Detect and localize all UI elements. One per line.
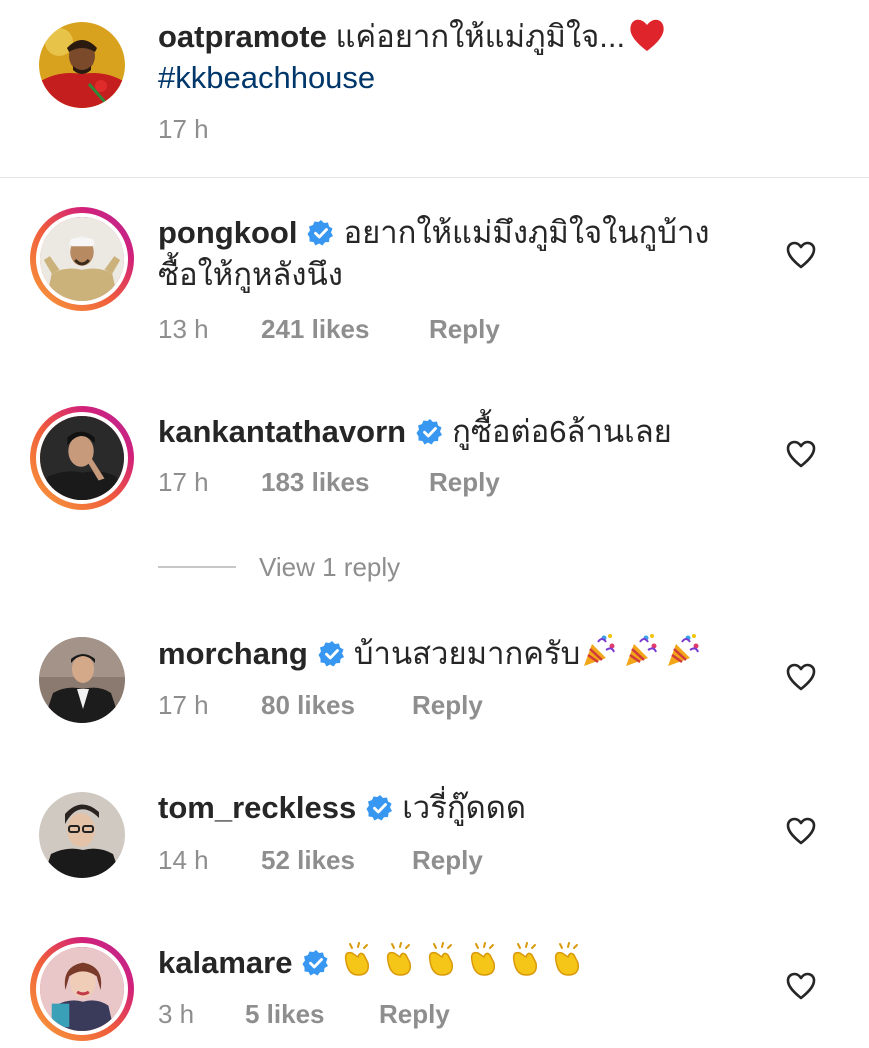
- clapping-hands-emoji: [387, 942, 412, 976]
- clapping-hands-emoji: [471, 942, 496, 976]
- comment-text-continued: ซื้อให้กูหลังนึง: [158, 257, 343, 292]
- comment-time: 17 h: [158, 467, 209, 497]
- comment-time: 17 h: [158, 690, 209, 720]
- view-replies-label[interactable]: View 1 reply: [259, 551, 400, 583]
- clapping-hands-emoji: [429, 942, 454, 976]
- reply-button[interactable]: Reply: [412, 844, 483, 876]
- comment-text-line: morchang บ้านสวยมากครับ: [158, 632, 706, 676]
- comment-time: 14 h: [158, 845, 209, 875]
- avatar-story-ring[interactable]: [30, 406, 134, 510]
- like-heart-icon[interactable]: [785, 240, 817, 270]
- likes-count-button[interactable]: 80 likes: [261, 689, 355, 721]
- likes-count-button[interactable]: 183 likes: [261, 466, 369, 498]
- verified-badge-icon: [318, 641, 344, 667]
- clapping-hands-emoji: [345, 942, 370, 976]
- comment-username[interactable]: tom_reckless: [158, 790, 356, 825]
- caption-text-line: oatpramote แค่อยากให้แม่ภูมิใจ...: [158, 15, 671, 59]
- comment-text-line: pongkool อยากให้แม่มึงภูมิใจในกูบ้าง: [158, 211, 710, 255]
- verified-badge-icon: [366, 795, 393, 821]
- party-popper-emoji: [668, 634, 700, 666]
- post-caption: oatpramote แค่อยากให้แม่ภูมิใจ... #kkbea…: [0, 0, 869, 177]
- comment-time: 13 h: [158, 314, 209, 344]
- verified-badge-icon: [302, 950, 329, 976]
- verified-badge-icon: [416, 419, 443, 445]
- red-heart-emoji: [630, 19, 664, 51]
- like-heart-icon[interactable]: [785, 816, 817, 846]
- avatar[interactable]: [39, 22, 125, 108]
- reply-button[interactable]: Reply: [429, 466, 500, 498]
- like-heart-icon[interactable]: [785, 439, 817, 469]
- comment-username[interactable]: morchang: [158, 636, 308, 671]
- comment-username[interactable]: kankantathavorn: [158, 414, 406, 449]
- likes-count-button[interactable]: 5 likes: [245, 998, 325, 1030]
- caption-text: แค่อยากให้แม่ภูมิใจ...: [335, 19, 626, 54]
- comment-text-line: kankantathavorn กูซื้อต่อ6ล้านเลย: [158, 410, 672, 454]
- avatar[interactable]: [39, 637, 125, 723]
- caption-time: 17 h: [158, 114, 209, 144]
- comment-text-line-2: ซื้อให้กูหลังนึง: [158, 253, 343, 297]
- reply-button[interactable]: Reply: [412, 689, 483, 721]
- caption-username[interactable]: oatpramote: [158, 19, 327, 54]
- comment-text: อยากให้แม่มึงภูมิใจในกูบ้าง: [343, 215, 710, 250]
- clapping-hands-emoji: [555, 942, 580, 976]
- comment-username[interactable]: pongkool: [158, 215, 297, 250]
- avatar-story-ring[interactable]: [30, 937, 134, 1041]
- hashtag-link[interactable]: #kkbeachhouse: [158, 60, 375, 95]
- party-popper-emoji: [626, 634, 658, 666]
- caption-hashtag-line: #kkbeachhouse: [158, 56, 375, 100]
- comment-text-line: tom_reckless เวรี่กู๊ดดด: [158, 786, 526, 830]
- comment-text: บ้านสวยมากครับ: [353, 636, 581, 671]
- comment-text: กูซื้อต่อ6ล้านเลย: [452, 414, 672, 449]
- like-heart-icon[interactable]: [785, 662, 817, 692]
- clapping-hands-emoji: [513, 942, 538, 976]
- reply-button[interactable]: Reply: [429, 313, 500, 345]
- avatar-story-ring[interactable]: [30, 207, 134, 311]
- likes-count-button[interactable]: 52 likes: [261, 844, 355, 876]
- comment-time: 3 h: [158, 999, 195, 1029]
- party-popper-emoji: [584, 634, 616, 666]
- comment-username[interactable]: kalamare: [158, 945, 292, 980]
- divider: [0, 177, 869, 178]
- like-heart-icon[interactable]: [785, 971, 817, 1001]
- verified-badge-icon: [307, 220, 334, 246]
- avatar[interactable]: [39, 792, 125, 878]
- comment-text: เวรี่กู๊ดดด: [402, 790, 527, 825]
- view-replies-line: [158, 566, 236, 568]
- comment-text-line: kalamare: [158, 941, 590, 985]
- reply-button[interactable]: Reply: [379, 998, 450, 1030]
- likes-count-button[interactable]: 241 likes: [261, 313, 369, 345]
